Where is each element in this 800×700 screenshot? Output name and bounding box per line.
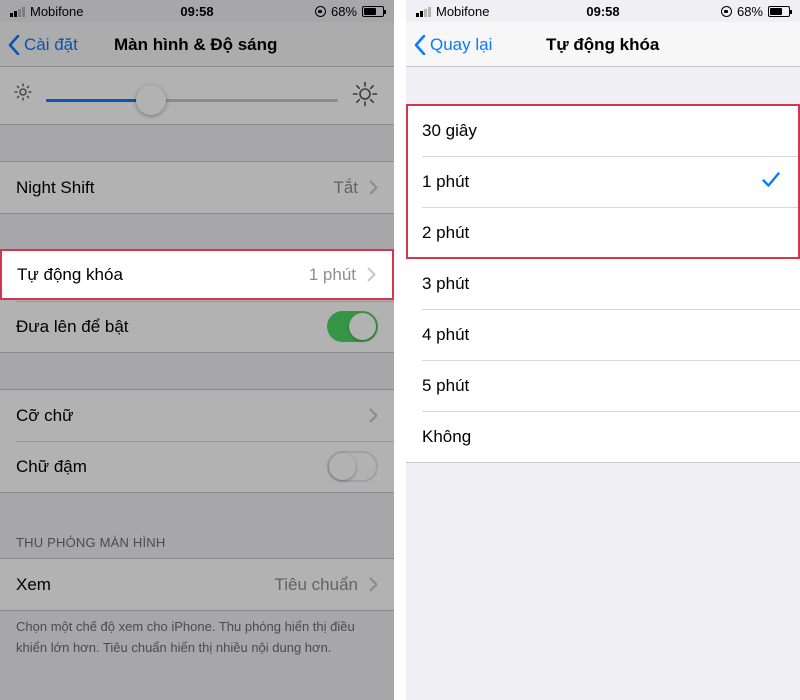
night-shift-value: Tắt xyxy=(333,177,358,197)
checkmark-icon xyxy=(762,172,780,187)
chevron-right-icon xyxy=(369,577,378,592)
option-row[interactable]: 4 phút xyxy=(406,309,800,360)
bold-text-row: Chữ đậm xyxy=(0,441,394,492)
option-row[interactable]: 3 phút xyxy=(406,258,800,309)
battery-percent: 68% xyxy=(736,4,763,19)
chevron-right-icon xyxy=(369,180,378,195)
bold-text-label: Chữ đậm xyxy=(16,456,87,476)
text-group: Cỡ chữ Chữ đậm xyxy=(0,389,394,493)
option-row[interactable]: 1 phút xyxy=(406,156,800,207)
chevron-right-icon xyxy=(369,408,378,423)
brightness-control xyxy=(0,67,394,125)
zoom-section-header: THU PHÓNG MÀN HÌNH xyxy=(16,535,166,550)
text-size-label: Cỡ chữ xyxy=(16,405,74,425)
option-label: 1 phút xyxy=(422,171,470,191)
option-label: 2 phút xyxy=(422,222,470,242)
status-right: 68% xyxy=(314,4,386,19)
raise-to-wake-switch[interactable] xyxy=(327,311,378,342)
battery-fill xyxy=(364,8,377,15)
sun-small-icon xyxy=(14,83,32,101)
back-button[interactable]: Quay lại xyxy=(414,22,492,67)
chevron-left-icon xyxy=(414,34,426,55)
navigation-bar: Cài đặt Màn hình & Độ sáng xyxy=(0,22,394,67)
back-label: Cài đặt xyxy=(24,34,78,54)
back-button[interactable]: Cài đặt xyxy=(8,22,78,67)
raise-to-wake-row: Đưa lên để bật xyxy=(0,301,394,352)
option-label: Không xyxy=(422,426,472,446)
option-label: 4 phút xyxy=(422,324,470,344)
status-bar: Mobifone 09:58 68% xyxy=(0,0,394,22)
bold-text-switch[interactable] xyxy=(327,451,378,482)
chevron-right-icon xyxy=(367,267,376,282)
option-row[interactable]: Không xyxy=(406,411,800,462)
zoom-footer-note: Chọn một chế độ xem cho iPhone. Thu phón… xyxy=(16,619,355,655)
auto-lock-options: 30 giây 1 phút 2 phút 3 phút 4 phút 5 phút Khô… xyxy=(406,104,800,463)
raise-to-wake-label: Đưa lên để bật xyxy=(16,316,129,336)
night-shift-group: Night Shift Tắt xyxy=(0,161,394,214)
auto-lock-label: Tự động khóa xyxy=(17,264,123,284)
option-row[interactable]: 2 phút xyxy=(406,207,800,258)
view-label: Xem xyxy=(16,574,51,594)
chevron-left-icon xyxy=(8,34,20,55)
zoom-group: Xem Tiêu chuẩn xyxy=(0,558,394,611)
view-row[interactable]: Xem Tiêu chuẩn xyxy=(0,559,394,610)
option-label: 30 giây xyxy=(422,120,477,140)
battery-icon xyxy=(362,6,386,17)
option-row[interactable]: 5 phút xyxy=(406,360,800,411)
auto-lock-screen: Mobifone 09:58 68% Quay lại Tự động khóa… xyxy=(406,0,800,700)
option-label: 3 phút xyxy=(422,273,470,293)
auto-lock-value: 1 phút xyxy=(308,264,356,284)
display-brightness-screen: Mobifone 09:58 68% Cài đặt Màn hình & Độ… xyxy=(0,0,394,700)
page-title: Tự động khóa xyxy=(546,35,660,54)
option-row[interactable]: 30 giây xyxy=(406,105,800,156)
battery-icon xyxy=(768,6,792,17)
status-right: 68% xyxy=(720,4,792,19)
night-shift-row[interactable]: Night Shift Tắt xyxy=(0,162,394,213)
option-label: 5 phút xyxy=(422,375,470,395)
brightness-slider[interactable] xyxy=(46,85,338,115)
orientation-lock-icon xyxy=(720,6,732,17)
page-title: Màn hình & Độ sáng xyxy=(114,35,278,54)
sun-large-icon xyxy=(352,81,378,107)
status-bar: Mobifone 09:58 68% xyxy=(406,0,800,22)
back-label: Quay lại xyxy=(430,34,493,54)
battery-fill xyxy=(770,8,783,15)
navigation-bar: Quay lại Tự động khóa xyxy=(406,22,800,67)
view-value: Tiêu chuẩn xyxy=(274,574,358,594)
orientation-lock-icon xyxy=(314,6,326,17)
night-shift-label: Night Shift xyxy=(16,177,95,197)
brightness-slider-thumb[interactable] xyxy=(136,85,167,115)
battery-percent: 68% xyxy=(330,4,357,19)
text-size-row[interactable]: Cỡ chữ xyxy=(0,390,394,441)
auto-lock-row[interactable]: Tự động khóa 1 phút xyxy=(0,249,394,300)
